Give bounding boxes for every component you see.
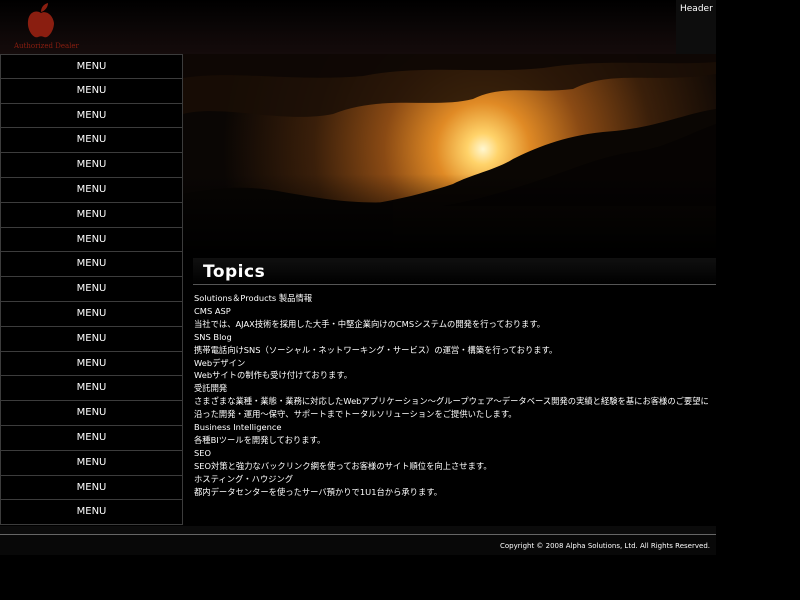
menu-item[interactable]: MENU [0, 177, 183, 203]
topic-line: Webデザイン [194, 357, 246, 368]
footer-band [0, 526, 716, 534]
topic-line: Webサイトの制作も受け付けております。 [194, 370, 353, 381]
sidebar-menu: MENU MENU MENU MENU MENU MENU MENU MENU MENU MENU… [0, 54, 183, 526]
menu-item[interactable]: MENU [0, 475, 183, 501]
topic-line: 当社では、AJAX技術を採用した大手・中堅企業向けのCMSシステムの開発を行って… [194, 318, 546, 329]
topics-section: Topics Solutions＆Products 製品情報 CMS ASP 当社で… [183, 254, 716, 526]
menu-item[interactable]: MENU [0, 227, 183, 253]
topic-line: 都内データセンターを使ったサーバ預かりで1U1台から承ります。 [194, 486, 443, 497]
menu-item[interactable]: MENU [0, 202, 183, 228]
topics-title: Topics [203, 262, 266, 282]
menu-item[interactable]: MENU [0, 425, 183, 451]
topic-line: 各種BIツールを開発しております。 [194, 434, 326, 445]
menu-item[interactable]: MENU [0, 500, 183, 526]
topic-line: SEO [194, 447, 212, 458]
topic-line: Business Intelligence [194, 422, 282, 433]
menu-item[interactable]: MENU [0, 153, 183, 178]
topic-line: Solutions＆Products 製品情報 [194, 293, 313, 303]
apple-authorized-dealer-logo[interactable]: Authorized Dealer [14, 2, 79, 52]
topic-line: SNS Blog [194, 331, 232, 342]
topics-header-bar: Topics [193, 258, 716, 285]
menu-item[interactable]: MENU [0, 78, 183, 104]
menu-item[interactable]: MENU [0, 277, 183, 302]
header-label: Header [680, 4, 713, 14]
menu-item[interactable]: MENU [0, 103, 183, 129]
apple-logo-icon [27, 3, 54, 38]
menu-item[interactable]: MENU [0, 252, 183, 278]
menu-item[interactable]: MENU [0, 54, 183, 79]
logo-text: Authorized Dealer [14, 42, 79, 50]
menu-item[interactable]: MENU [0, 128, 183, 154]
menu-item[interactable]: MENU [0, 450, 183, 476]
topic-line: さまざまな業種・業態・業務に対応したWebアプリケーション～グループウェア～デー… [194, 396, 709, 420]
topic-line: SEO対策と強力なバックリンク網を使ってお客様のサイト順位を向上させます。 [194, 460, 492, 471]
menu-item[interactable]: MENU [0, 351, 183, 377]
copyright-text: Copyright © 2008 Alpha Solutions, Ltd. A… [500, 542, 710, 550]
site-footer: Copyright © 2008 Alpha Solutions, Ltd. A… [0, 535, 716, 555]
hero-sunset-image [183, 54, 716, 254]
menu-item[interactable]: MENU [0, 376, 183, 402]
site-header: Authorized Dealer Header [0, 0, 716, 54]
topics-list: Solutions＆Products 製品情報 CMS ASP 当社では、AJAX技… [194, 292, 714, 499]
menu-item[interactable]: MENU [0, 301, 183, 327]
topic-line: ホスティング・ハウジング [194, 473, 294, 484]
menu-item[interactable]: MENU [0, 401, 183, 426]
topic-line: 受託開発 [194, 383, 228, 394]
topic-line: CMS ASP [194, 305, 231, 316]
menu-item[interactable]: MENU [0, 326, 183, 352]
topic-line: 携帯電話向けSNS（ソーシャル・ネットワーキング・サービス）の運営・構築を行って… [194, 344, 558, 355]
